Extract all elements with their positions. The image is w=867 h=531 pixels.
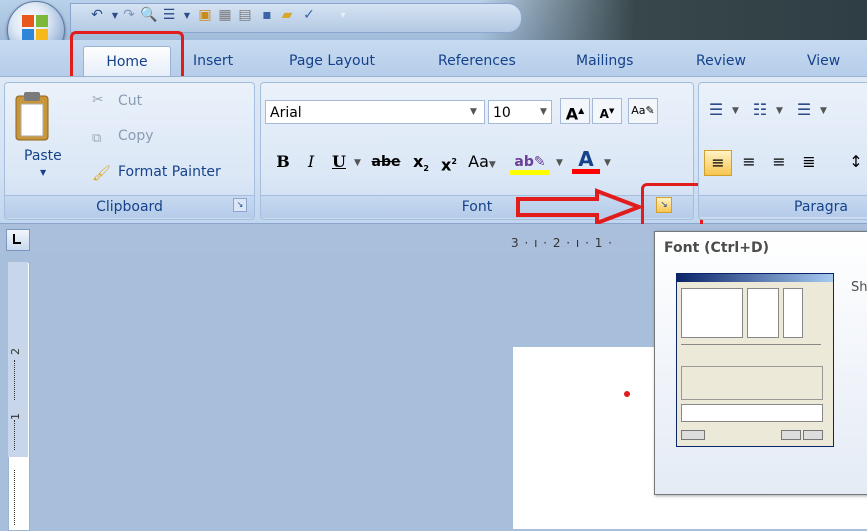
vertical-ruler-ticks bbox=[14, 360, 23, 400]
font-size-value: 10 bbox=[493, 105, 511, 121]
numbering-dropdown-icon[interactable]: ▼ bbox=[776, 106, 783, 116]
font-color-icon[interactable]: A bbox=[572, 147, 600, 174]
tooltip-title: Font (Ctrl+D) bbox=[664, 240, 769, 256]
tab-mailings[interactable]: Mailings bbox=[576, 48, 633, 74]
bullets-dropdown-icon[interactable]: ▼ bbox=[178, 6, 196, 24]
tooltip-description: Sh bbox=[851, 280, 867, 295]
font-name-value: Arial bbox=[270, 105, 302, 121]
subscript-icon[interactable]: x2 bbox=[408, 150, 434, 174]
numbering-icon[interactable]: ☷ bbox=[748, 98, 772, 122]
italic-icon[interactable]: I bbox=[298, 150, 324, 174]
format-painter-icon: 🖌 bbox=[92, 164, 112, 182]
grow-font-icon[interactable]: A▲ bbox=[560, 98, 590, 124]
red-arrow-icon bbox=[516, 188, 645, 226]
tab-selector-icon[interactable] bbox=[6, 229, 30, 251]
clipboard-dialog-launcher-icon[interactable]: ↘ bbox=[233, 198, 247, 212]
highlight-dropdown-icon[interactable]: ▼ bbox=[556, 158, 563, 168]
tab-page-layout[interactable]: Page Layout bbox=[289, 48, 375, 74]
highlight-color-icon[interactable]: ab✎ bbox=[510, 150, 550, 175]
underline-dropdown-icon[interactable]: ▼ bbox=[354, 158, 361, 168]
undo-icon[interactable]: ↶ bbox=[88, 6, 106, 24]
styles-icon[interactable]: ▦ bbox=[216, 6, 234, 24]
font-name-combo[interactable]: Arial bbox=[265, 100, 485, 124]
multilevel-list-icon[interactable]: ☰ bbox=[792, 98, 816, 122]
align-right-icon[interactable]: ≡ bbox=[766, 150, 792, 174]
font-size-dropdown-icon[interactable]: ▼ bbox=[540, 107, 547, 117]
tab-review[interactable]: Review bbox=[696, 48, 746, 74]
paste-icon[interactable]: ▣ bbox=[196, 6, 214, 24]
strikethrough-icon[interactable]: abe bbox=[368, 150, 404, 174]
title-bar-shade bbox=[480, 0, 867, 42]
tab-view[interactable]: View bbox=[807, 48, 840, 74]
cut-icon: ✂ bbox=[92, 92, 104, 108]
paragraph-group-label: Paragra bbox=[699, 195, 867, 217]
customize-qat-icon[interactable]: ▾ bbox=[334, 6, 352, 24]
multilevel-list-dropdown-icon[interactable]: ▼ bbox=[820, 106, 827, 116]
office-logo-icon bbox=[22, 15, 48, 41]
bullets-list-dropdown-icon[interactable]: ▼ bbox=[732, 106, 739, 116]
horizontal-ruler-marks: 3 · ı · 2 · ı · 1 · bbox=[511, 236, 613, 250]
font-color-dropdown-icon[interactable]: ▼ bbox=[604, 158, 611, 168]
vertical-ruler-label-2: 2 bbox=[9, 348, 22, 355]
font-name-dropdown-icon[interactable]: ▼ bbox=[470, 107, 477, 117]
format-painter-button[interactable]: Format Painter bbox=[118, 164, 221, 180]
bullets-icon[interactable]: ☰ bbox=[160, 6, 178, 24]
align-center-icon[interactable]: ≡ bbox=[736, 150, 762, 174]
red-dot-marker bbox=[624, 391, 630, 397]
tab-insert[interactable]: Insert bbox=[193, 48, 233, 74]
copy-button[interactable]: Copy bbox=[118, 128, 154, 144]
change-case-icon[interactable]: Aa▼ bbox=[466, 150, 498, 174]
change-case-label: Aa bbox=[468, 152, 489, 171]
clear-formatting-icon[interactable]: Aa✎ bbox=[628, 98, 658, 124]
redo-icon[interactable]: ↷ bbox=[120, 6, 138, 24]
spelling-icon[interactable]: ✓ bbox=[300, 6, 318, 24]
paste-dropdown-icon[interactable]: ▼ bbox=[40, 168, 46, 177]
line-spacing-icon[interactable]: ↕ bbox=[846, 150, 866, 174]
vertical-ruler-ticks-bottom bbox=[14, 470, 23, 525]
paste-button-icon[interactable] bbox=[10, 90, 60, 148]
paste-label[interactable]: Paste bbox=[24, 148, 62, 164]
print-preview-icon[interactable]: 🔍 bbox=[140, 6, 158, 24]
copy-icon: ⧉ bbox=[92, 131, 102, 146]
clipboard-group-label: Clipboard bbox=[5, 195, 254, 218]
cut-button[interactable]: Cut bbox=[118, 93, 142, 109]
underline-icon[interactable]: U bbox=[326, 150, 352, 174]
align-left-icon[interactable]: ≡ bbox=[704, 150, 732, 176]
vertical-ruler-label-1: 1 bbox=[9, 413, 22, 420]
bold-icon[interactable]: B bbox=[270, 150, 296, 174]
bullets-list-icon[interactable]: ☰ bbox=[704, 98, 728, 122]
font-dialog-thumbnail bbox=[676, 273, 834, 447]
vertical-ruler-ticks-lower bbox=[14, 420, 23, 450]
open-folder-icon[interactable]: ▰ bbox=[278, 6, 296, 24]
superscript-icon[interactable]: x2 bbox=[436, 150, 462, 174]
shrink-font-icon[interactable]: A▼ bbox=[592, 98, 622, 124]
format-icon[interactable]: ▤ bbox=[236, 6, 254, 24]
tab-references[interactable]: References bbox=[438, 48, 516, 74]
justify-icon[interactable]: ≣ bbox=[796, 150, 822, 174]
save-icon[interactable]: ▪ bbox=[258, 6, 276, 24]
